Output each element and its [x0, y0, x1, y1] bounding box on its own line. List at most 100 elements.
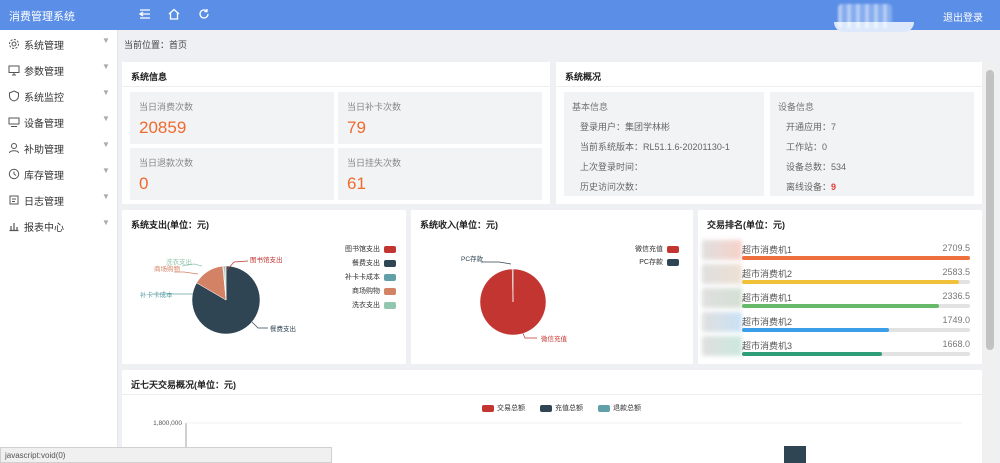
- income-pie-chart: PC存款 微信充值: [461, 254, 568, 343]
- chevron-down-icon: ▼: [102, 88, 110, 97]
- monitor-icon: [8, 63, 20, 76]
- rank-blurred-prefix: [702, 264, 742, 284]
- rank-row: 超市消费机1 2709.5: [702, 240, 970, 264]
- stat-card: 当日补卡次数 79: [338, 92, 542, 144]
- y-tick-label: 1,800,000: [153, 420, 182, 427]
- sidebar-item-label: 系统监控: [24, 93, 64, 104]
- rank-name: 超市消费机1: [742, 245, 793, 255]
- stat-label: 当日补卡次数: [347, 102, 402, 112]
- workstations: 工作站：0: [786, 142, 828, 152]
- basic-info-box: 基本信息 登录用户：集团学林彬 当前系统版本：RL51.1.6-20201130…: [564, 92, 764, 196]
- device-info-heading: 设备信息: [778, 102, 815, 112]
- rank-bar-fill: [742, 280, 960, 284]
- sidebar-item[interactable]: 系统监控 ▼: [0, 82, 118, 108]
- stat-value: 20859: [139, 118, 187, 137]
- stat-card: 当日退款次数 0: [130, 148, 334, 200]
- rank-bar-fill: [742, 352, 883, 356]
- sidebar-item-label: 库存管理: [24, 171, 64, 182]
- sidebar-item[interactable]: 日志管理 ▼: [0, 186, 118, 212]
- callout-card-cost: 补卡卡成本: [140, 290, 173, 299]
- sidebar-item[interactable]: 补助管理 ▼: [0, 134, 118, 160]
- app-title: 消费管理系统: [9, 11, 75, 23]
- chevron-down-icon: ▼: [102, 218, 110, 227]
- legend-item[interactable]: 图书馆支出: [345, 244, 396, 254]
- rank-row: 超市消费机1 2336.5: [702, 288, 970, 312]
- clock-icon: [8, 167, 20, 180]
- stat-value: 79: [347, 118, 366, 137]
- rank-row: 超市消费机2 2583.5: [702, 264, 970, 288]
- legend-swatch: [384, 245, 396, 253]
- sidebar-item[interactable]: 系统管理 ▼: [0, 30, 118, 56]
- rank-value: 2336.5: [942, 291, 970, 301]
- basic-info-heading: 基本信息: [572, 102, 609, 112]
- system-version: 当前系统版本：RL51.1.6-20201130-1: [580, 142, 730, 152]
- callout-library: 图书馆支出: [250, 255, 283, 264]
- system-overview-panel: 系统概况 基本信息 登录用户：集团学林彬 当前系统版本：RL51.1.6-202…: [556, 62, 982, 204]
- chart-icon: [8, 219, 20, 232]
- rank-value: 1749.0: [942, 315, 970, 325]
- chevron-down-icon: ▼: [102, 114, 110, 123]
- callout-meal: 餐费支出: [270, 324, 296, 333]
- rank-row: 超市消费机3 1668.0: [702, 336, 970, 360]
- stat-card: 当日消费次数 20859: [130, 92, 334, 144]
- legend-label: 微信充值: [635, 246, 663, 253]
- legend-swatch: [667, 245, 679, 253]
- rank-name: 超市消费机2: [742, 269, 793, 279]
- sidebar-item[interactable]: 库存管理 ▼: [0, 160, 118, 186]
- rank-bar-fill: [742, 328, 890, 332]
- login-user: 登录用户：集团学林彬: [580, 122, 671, 132]
- rank-row: 超市消费机2 1749.0: [702, 312, 970, 336]
- callout-wechat: 微信充值: [541, 334, 568, 343]
- user-info-blurred[interactable]: [838, 4, 892, 28]
- scroll-thumb[interactable]: [986, 70, 994, 350]
- refresh-icon[interactable]: [196, 6, 212, 22]
- sidebar-item-label: 系统管理: [24, 41, 64, 52]
- sidebar-item-label: 报表中心: [24, 223, 64, 234]
- device-total: 设备总数：534: [786, 162, 847, 172]
- rank-bar-fill: [742, 256, 970, 260]
- legend-item[interactable]: 补卡卡成本: [345, 272, 396, 282]
- device-info-box: 设备信息 开通应用：7 工作站：0 设备总数：534 离线设备：9: [770, 92, 974, 196]
- sidebar-item-label: 设备管理: [24, 119, 64, 130]
- legend-item[interactable]: 商场购物: [352, 286, 396, 296]
- callout-shopping: 商场购物: [154, 264, 181, 273]
- rank-bar-fill: [742, 304, 939, 308]
- legend-item[interactable]: 微信充值: [635, 244, 679, 254]
- stat-value: 61: [347, 174, 366, 193]
- ranking-panel: 交易排名(单位：元) 超市消费机1 2709.5 超市消费机2 2583.5 超市消费机…: [698, 210, 982, 364]
- sidebar-item[interactable]: 设备管理 ▼: [0, 108, 118, 134]
- legend-label: 洗衣支出: [352, 302, 380, 309]
- sidebar-item-label: 补助管理: [24, 145, 64, 156]
- expense-chart-panel: 系统支出(单位：元) 洗衣支出 商场购物 图书馆支出 补卡卡成本 餐费支出 图书…: [122, 210, 406, 364]
- income-chart-panel: 系统收入(单位：元) PC存款 微信充值 微信充值 PC存款: [411, 210, 693, 364]
- chevron-down-icon: ▼: [102, 192, 110, 201]
- legend-item[interactable]: 餐费支出: [352, 258, 396, 268]
- offline-label: 离线设备：: [786, 182, 832, 192]
- legend-item[interactable]: 洗衣支出: [352, 300, 396, 310]
- legend-swatch: [384, 259, 396, 267]
- offline-devices: 离线设备：9: [786, 180, 836, 193]
- legend-label: PC存款: [639, 259, 663, 266]
- rank-value: 1668.0: [942, 339, 970, 349]
- sidebar-item[interactable]: 参数管理 ▼: [0, 56, 118, 82]
- rank-value: 2583.5: [942, 267, 970, 277]
- logout-button[interactable]: 退出登录: [943, 9, 983, 24]
- system-info-panel: 系统信息 当日消费次数 20859 当日补卡次数 79 当日退款次数 0 当日挂…: [122, 62, 550, 204]
- panel-title: 系统信息: [131, 72, 168, 82]
- main-content: 当前位置：首页 系统信息 当日消费次数 20859 当日补卡次数 79 当日退款…: [118, 30, 1000, 463]
- home-icon[interactable]: [166, 6, 182, 22]
- scrollbar[interactable]: [984, 60, 996, 463]
- panel-title: 系统概况: [565, 72, 602, 82]
- callout-laundry: 洗衣支出: [166, 257, 192, 266]
- rank-blurred-prefix: [702, 312, 742, 332]
- divider: [122, 86, 550, 87]
- sidebar-item[interactable]: 报表中心 ▼: [0, 212, 118, 238]
- menu-toggle-icon[interactable]: [137, 6, 153, 22]
- sidebar-item-label: 日志管理: [24, 197, 64, 208]
- top-bar: 消费管理系统 退出登录: [0, 0, 1000, 32]
- breadcrumb: 当前位置：首页: [124, 40, 188, 50]
- legend-item[interactable]: PC存款: [639, 257, 679, 267]
- rank-name: 超市消费机3: [742, 341, 793, 351]
- device-icon: [8, 115, 20, 127]
- chevron-down-icon: ▼: [102, 140, 110, 149]
